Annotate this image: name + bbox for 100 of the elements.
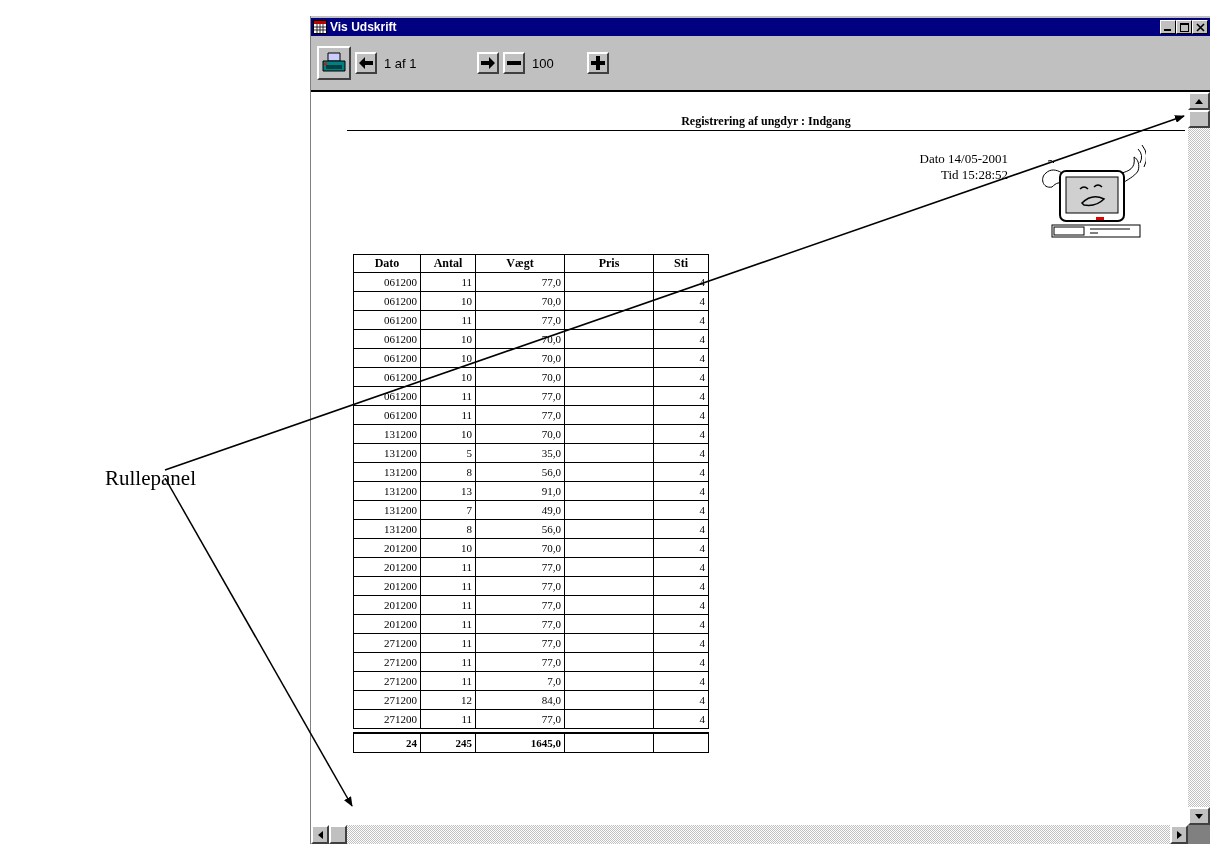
scroll-up-button[interactable]: [1188, 92, 1210, 110]
table-cell: 131200: [353, 519, 421, 539]
minimize-button[interactable]: [1160, 20, 1176, 34]
table-cell: 10: [420, 367, 476, 387]
next-page-button[interactable]: [477, 52, 499, 74]
table-cell: 11: [420, 310, 476, 330]
table-cell: 7: [420, 500, 476, 520]
table-cell: 131200: [353, 481, 421, 501]
table-cell: 70,0: [475, 329, 565, 349]
scroll-down-button[interactable]: [1188, 807, 1210, 825]
plus-icon: [591, 56, 605, 70]
minus-icon: [507, 61, 521, 65]
table-cell: 70,0: [475, 348, 565, 368]
table-cell: 11: [420, 272, 476, 292]
table-cell: 11: [420, 633, 476, 653]
table-cell: 061200: [353, 329, 421, 349]
table-cell: 35,0: [475, 443, 565, 463]
table-cell: 70,0: [475, 424, 565, 444]
table-cell: 4: [653, 386, 709, 406]
table-cell: 061200: [353, 291, 421, 311]
table-cell: 77,0: [475, 633, 565, 653]
total-cell: 1645,0: [475, 733, 565, 753]
table-cell: 8: [420, 519, 476, 539]
table-cell: 13: [420, 481, 476, 501]
right-triangle-icon: [1176, 830, 1182, 839]
zoom-out-button[interactable]: [503, 52, 525, 74]
table-cell: 7,0: [475, 671, 565, 691]
scroll-left-button[interactable]: [311, 825, 329, 844]
table-cell: 4: [653, 709, 709, 729]
close-icon: [1195, 22, 1205, 32]
table-cell: 131200: [353, 462, 421, 482]
table-cell: 77,0: [475, 709, 565, 729]
table-cell: 4: [653, 424, 709, 444]
close-button[interactable]: [1192, 20, 1208, 34]
vertical-scrollbar[interactable]: [1188, 92, 1210, 825]
scroll-thumb[interactable]: [1188, 110, 1210, 128]
table-cell: 11: [420, 576, 476, 596]
window-title: Vis Udskrift: [330, 20, 398, 34]
column-header: Sti: [653, 254, 709, 273]
table-cell: 10: [420, 538, 476, 558]
table-cell: 061200: [353, 386, 421, 406]
horizontal-scrollbar[interactable]: [311, 825, 1188, 844]
table-cell: 4: [653, 519, 709, 539]
table-cell: 201200: [353, 538, 421, 558]
scroll-thumb[interactable]: [329, 825, 347, 844]
table-cell: 4: [653, 652, 709, 672]
table-cell: 061200: [353, 405, 421, 425]
table-cell: 131200: [353, 424, 421, 444]
table-cell: 201200: [353, 614, 421, 634]
table-cell: 061200: [353, 310, 421, 330]
table-cell: 4: [653, 500, 709, 520]
column-header: Dato: [353, 254, 421, 273]
calendar-icon: [313, 20, 327, 34]
total-cell: 245: [420, 733, 476, 753]
table-cell: 271200: [353, 690, 421, 710]
report-date: Dato 14/05-2001: [919, 151, 1008, 167]
table-cell: 5: [420, 443, 476, 463]
table-cell: 131200: [353, 443, 421, 463]
table-cell: 10: [420, 291, 476, 311]
column-header: Vægt: [475, 254, 565, 273]
table-cell: 4: [653, 595, 709, 615]
table-cell: 4: [653, 348, 709, 368]
table-cell: 56,0: [475, 519, 565, 539]
down-triangle-icon: [1195, 813, 1203, 819]
left-triangle-icon: [317, 830, 323, 839]
table-cell: 10: [420, 329, 476, 349]
table-cell: 77,0: [475, 595, 565, 615]
table-cell: 11: [420, 595, 476, 615]
column-header: Antal: [420, 254, 476, 273]
table-cell: 4: [653, 557, 709, 577]
up-triangle-icon: [1195, 98, 1203, 104]
annotation-label: Rullepanel: [105, 466, 196, 491]
table-cell: 4: [653, 633, 709, 653]
table-cell: 061200: [353, 367, 421, 387]
zoom-in-button[interactable]: [587, 52, 609, 74]
table-cell: 131200: [353, 500, 421, 520]
table-cell: 10: [420, 348, 476, 368]
table-cell: 201200: [353, 576, 421, 596]
table-cell: 70,0: [475, 367, 565, 387]
report-time: Tid 15:28:52: [940, 167, 1008, 183]
maximize-button[interactable]: [1176, 20, 1192, 34]
table-cell: 201200: [353, 557, 421, 577]
report-title: Registrering af ungdyr : Indgang: [347, 114, 1185, 131]
table-cell: 271200: [353, 633, 421, 653]
table-cell: 061200: [353, 348, 421, 368]
scroll-right-button[interactable]: [1170, 825, 1188, 844]
table-cell: 77,0: [475, 576, 565, 596]
table-cell: 4: [653, 690, 709, 710]
right-arrow-icon: [481, 57, 495, 69]
total-cell: 24: [353, 733, 421, 753]
left-arrow-icon: [359, 57, 373, 69]
table-cell: 4: [653, 405, 709, 425]
print-button[interactable]: [317, 46, 351, 80]
table-cell: 11: [420, 557, 476, 577]
previous-page-button[interactable]: [355, 52, 377, 74]
table-cell: 77,0: [475, 386, 565, 406]
table-cell: 4: [653, 272, 709, 292]
table-cell: 77,0: [475, 405, 565, 425]
table-cell: 11: [420, 405, 476, 425]
table-cell: 77,0: [475, 557, 565, 577]
